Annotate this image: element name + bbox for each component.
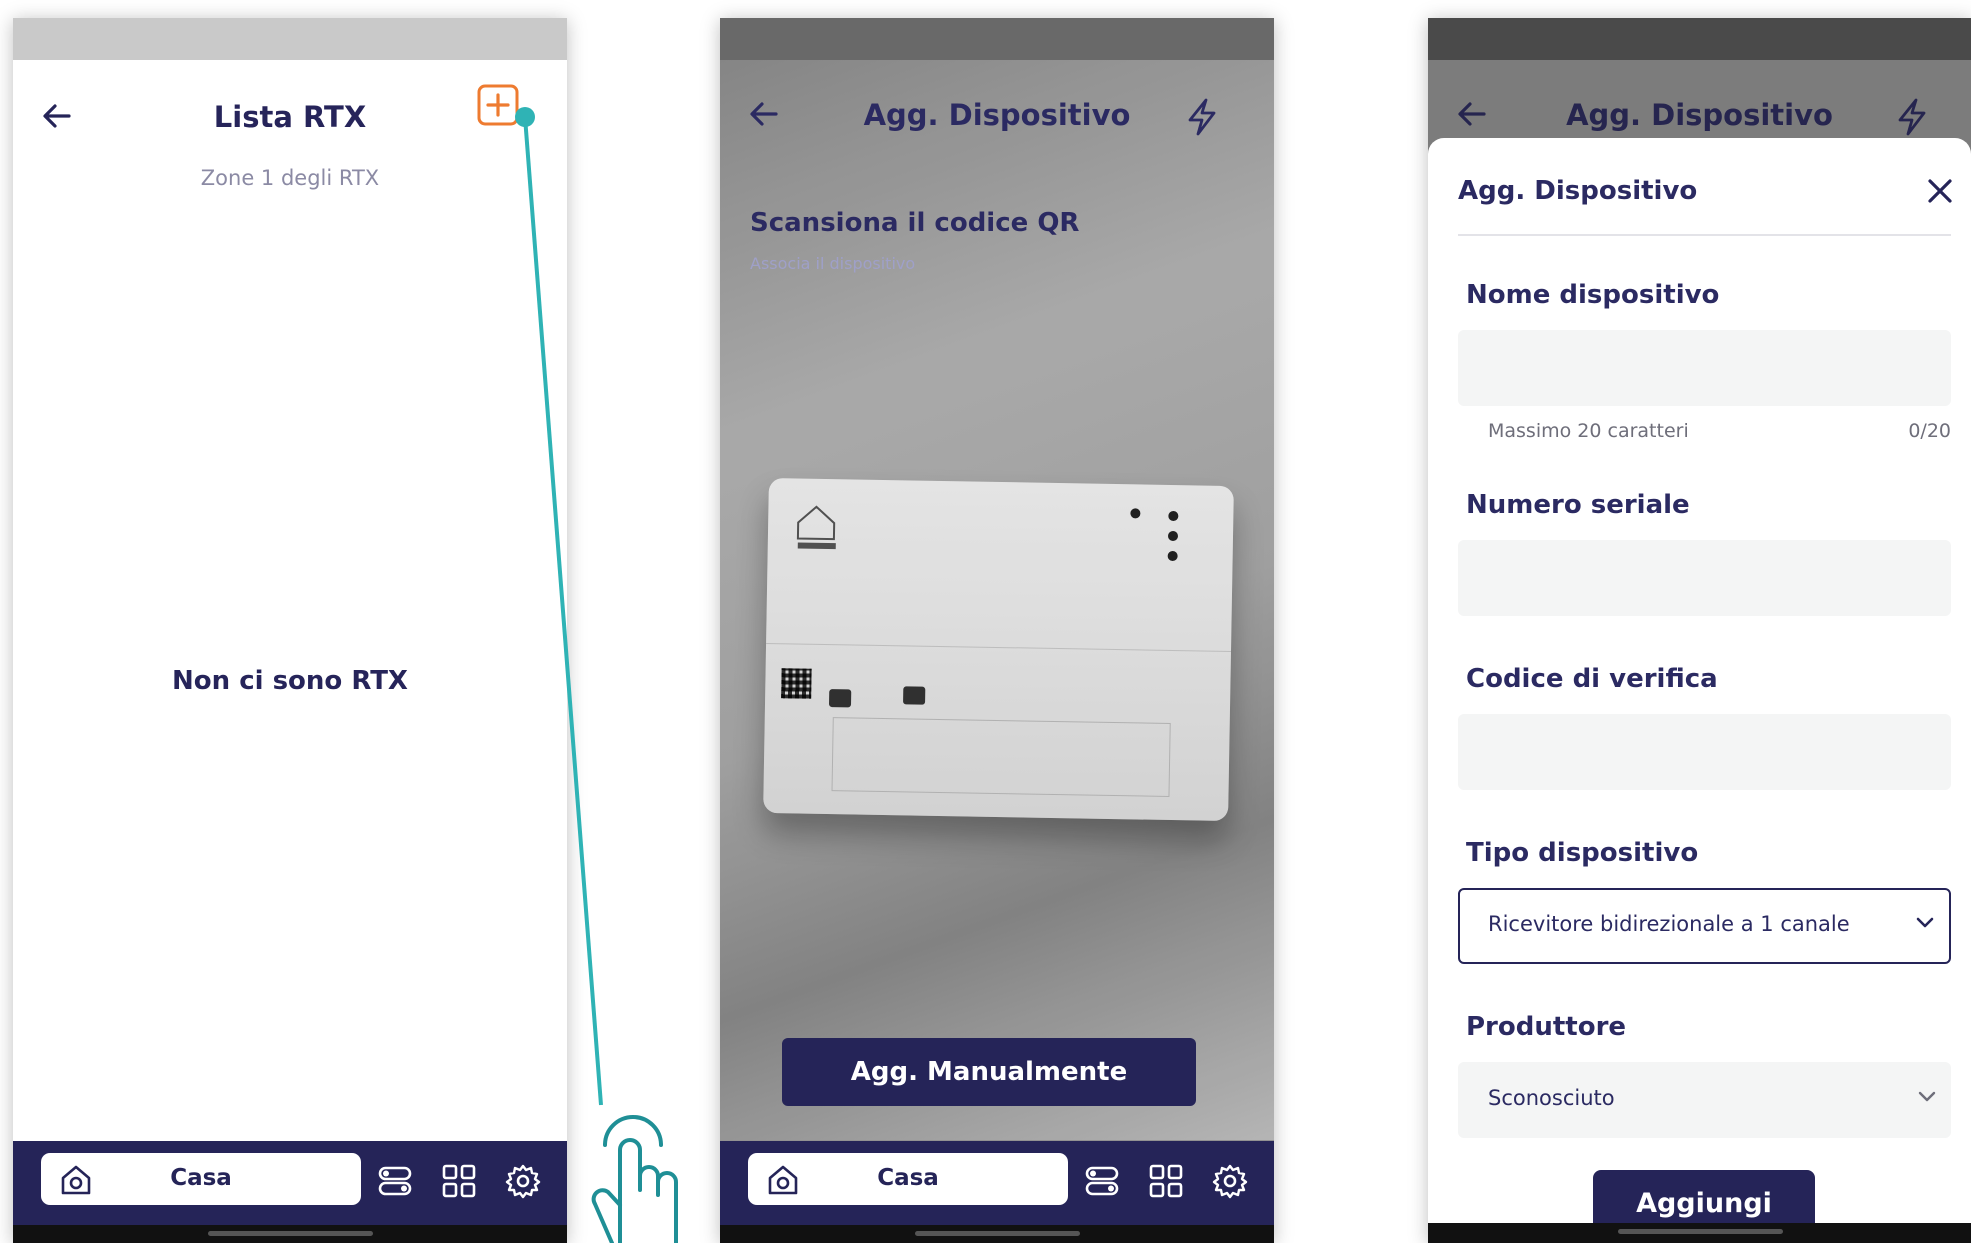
chevron-down-icon bbox=[1918, 1091, 1936, 1102]
serial-number-input[interactable] bbox=[1458, 540, 1951, 616]
settings-gear-icon[interactable] bbox=[505, 1163, 541, 1199]
empty-state-message: Non ci sono RTX bbox=[172, 666, 408, 696]
chevron-down-icon bbox=[1916, 917, 1934, 928]
device-name-input[interactable] bbox=[1458, 330, 1951, 406]
divider bbox=[1458, 234, 1951, 236]
device-name-hint: Massimo 20 caratteri bbox=[1488, 420, 1689, 442]
add-device-sheet: Agg. Dispositivo Nome dispositivo Massim… bbox=[1428, 138, 1971, 1243]
verification-code-label: Codice di verifica bbox=[1466, 664, 1718, 694]
toggles-icon[interactable] bbox=[377, 1163, 413, 1199]
device-name-counter: 0/20 bbox=[1908, 420, 1951, 442]
gesture-area bbox=[13, 1225, 567, 1243]
verification-code-input[interactable] bbox=[1458, 714, 1951, 790]
producer-value: Sconosciuto bbox=[1488, 1086, 1615, 1110]
sheet-title: Agg. Dispositivo bbox=[1458, 176, 1698, 206]
status-bar bbox=[1428, 18, 1971, 60]
nav-home-label: Casa bbox=[170, 1165, 232, 1191]
settings-gear-icon[interactable] bbox=[1212, 1163, 1248, 1199]
add-rtx-button[interactable] bbox=[477, 84, 519, 126]
scan-subtitle: Associa il dispositivo bbox=[750, 254, 916, 273]
gesture-area bbox=[720, 1225, 1274, 1243]
zone-subtitle: Zone 1 degli RTX bbox=[200, 166, 380, 190]
add-manually-button[interactable]: Agg. Manualmente bbox=[782, 1038, 1196, 1106]
scan-title: Scansiona il codice QR bbox=[750, 208, 1080, 238]
status-bar bbox=[13, 18, 567, 60]
bottom-navigation: Casa bbox=[720, 1141, 1274, 1225]
close-icon[interactable] bbox=[1925, 176, 1955, 206]
tap-hand-icon bbox=[591, 1115, 678, 1243]
producer-select[interactable]: Sconosciuto bbox=[1458, 1062, 1951, 1138]
phone-screen-add-device-form: Agg. Dispositivo Agg. Dispositivo Nome d… bbox=[1428, 18, 1971, 1243]
nav-home-label: Casa bbox=[877, 1165, 939, 1191]
flash-icon[interactable] bbox=[1186, 98, 1218, 136]
phone-screen-rtx-list: Lista RTX Zone 1 degli RTX Non ci sono R… bbox=[13, 18, 567, 1243]
grid-icon[interactable] bbox=[1148, 1163, 1184, 1199]
serial-number-label: Numero seriale bbox=[1466, 490, 1690, 520]
gesture-area bbox=[1428, 1223, 1971, 1243]
nav-home-button[interactable]: Casa bbox=[41, 1153, 361, 1205]
device-name-label: Nome dispositivo bbox=[1466, 280, 1720, 310]
grid-icon[interactable] bbox=[441, 1163, 477, 1199]
device-type-value: Ricevitore bidirezionale a 1 canale bbox=[1488, 912, 1850, 936]
flash-icon[interactable] bbox=[1896, 98, 1928, 136]
nav-home-button[interactable]: Casa bbox=[748, 1153, 1068, 1205]
producer-label: Produttore bbox=[1466, 1012, 1627, 1042]
home-indicator[interactable] bbox=[915, 1231, 1080, 1236]
device-type-select[interactable]: Ricevitore bidirezionale a 1 canale bbox=[1458, 888, 1951, 964]
phone-screen-qr-scan: Agg. Dispositivo Scansiona il codice QR … bbox=[720, 18, 1274, 1243]
home-indicator[interactable] bbox=[1617, 1229, 1783, 1234]
page-title: Agg. Dispositivo bbox=[1566, 98, 1833, 132]
bottom-navigation: Casa bbox=[13, 1141, 567, 1225]
toggles-icon[interactable] bbox=[1084, 1163, 1120, 1199]
device-type-label: Tipo dispositivo bbox=[1466, 838, 1699, 868]
home-indicator[interactable] bbox=[208, 1231, 373, 1236]
